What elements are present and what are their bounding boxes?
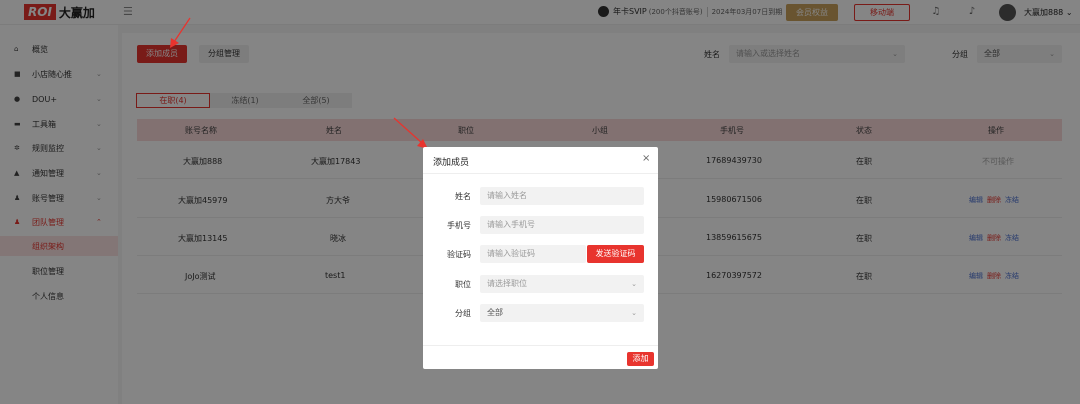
divider — [423, 345, 658, 346]
verification-code-input[interactable]: 请输入验证码 — [480, 245, 586, 263]
group-select[interactable]: 全部 ⌄ — [480, 304, 644, 322]
name-input[interactable]: 请输入姓名 — [480, 187, 644, 205]
divider — [423, 173, 658, 174]
field-label-name: 姓名 — [455, 192, 471, 201]
add-member-modal: 添加成员 × 姓名 请输入姓名 手机号 请输入手机号 验证码 请输入验证码 发送… — [423, 147, 658, 369]
chevron-down-icon: ⌄ — [631, 280, 637, 288]
phone-input[interactable]: 请输入手机号 — [480, 216, 644, 234]
chevron-down-icon: ⌄ — [631, 309, 637, 317]
modal-title: 添加成员 — [433, 158, 470, 168]
close-icon[interactable]: × — [642, 153, 650, 164]
field-label-position: 职位 — [455, 280, 471, 289]
field-label-code: 验证码 — [447, 250, 471, 259]
send-code-button[interactable]: 发送验证码 — [587, 245, 644, 263]
annotation-arrow-icon — [170, 17, 191, 48]
position-select[interactable]: 请选择职位 ⌄ — [480, 275, 644, 293]
field-label-phone: 手机号 — [447, 221, 471, 230]
submit-add-button[interactable]: 添加 — [627, 352, 654, 366]
field-label-group: 分组 — [455, 309, 471, 318]
